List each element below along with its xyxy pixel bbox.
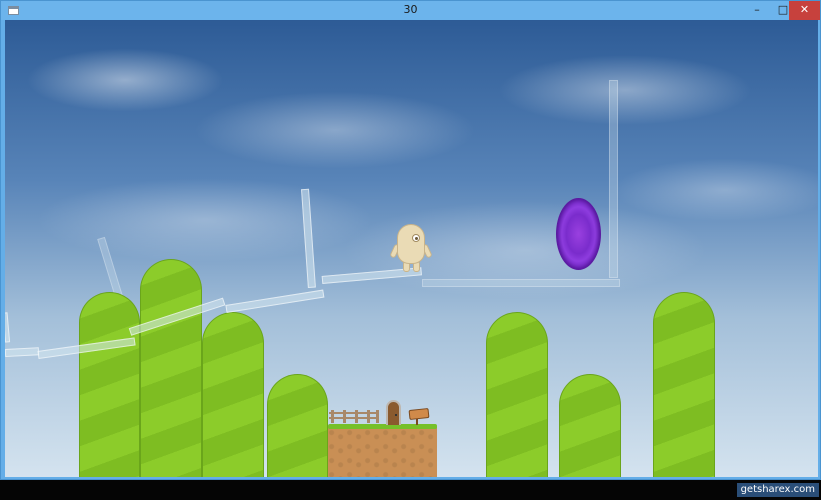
glass-plank[interactable]: [5, 347, 40, 357]
window-title: 30: [403, 3, 418, 16]
fence-icon: [329, 410, 379, 423]
signboard-icon: [408, 407, 430, 421]
faint-glass-pillar: [609, 80, 618, 278]
green-hill: [79, 292, 140, 477]
grass-strip: [328, 424, 437, 429]
purple-portal[interactable]: [556, 198, 601, 270]
glass-plank[interactable]: [225, 289, 325, 313]
game-window: 30 – □ ✕: [0, 0, 821, 480]
glass-plank[interactable]: [301, 188, 316, 289]
green-hill: [559, 374, 621, 477]
green-hill: [202, 312, 264, 477]
game-viewport[interactable]: [5, 20, 818, 477]
eye-icon: [412, 234, 420, 242]
sharex-watermark: getsharex.com: [736, 483, 819, 497]
player-character[interactable]: [389, 224, 433, 272]
minimize-button[interactable]: –: [744, 1, 770, 20]
taskbar: getsharex.com: [0, 480, 821, 500]
glass-plank[interactable]: [5, 312, 11, 343]
green-hill: [140, 259, 202, 477]
green-hill: [653, 292, 715, 477]
green-hill: [486, 312, 548, 477]
exit-door[interactable]: [386, 400, 401, 425]
green-hill: [267, 374, 328, 477]
faint-glass-ledge: [422, 279, 620, 287]
close-button[interactable]: ✕: [789, 1, 820, 20]
title-bar[interactable]: 30 – □ ✕: [1, 1, 820, 20]
dirt-block: [328, 427, 437, 477]
